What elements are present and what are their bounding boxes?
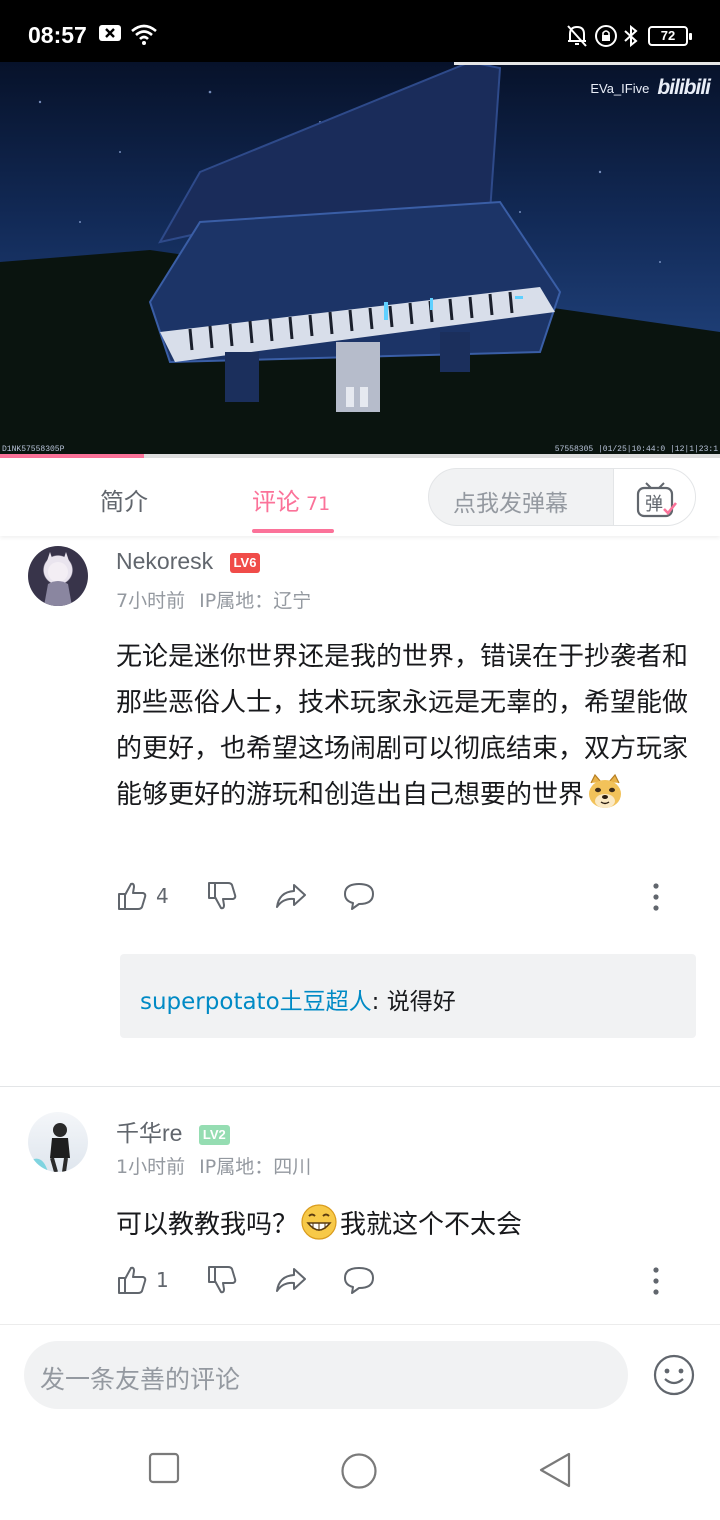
grin-emoji bbox=[301, 1204, 337, 1240]
reply-username[interactable]: superpotato土豆超人 bbox=[140, 989, 372, 1015]
comment-meta: 7小时前 IP属地：辽宁 bbox=[116, 586, 311, 613]
comment-meta: 1小时前 IP属地：四川 bbox=[116, 1152, 311, 1179]
system-nav-bar bbox=[0, 1424, 720, 1520]
bilibili-logo: bilibili bbox=[657, 76, 711, 99]
dislike-button[interactable] bbox=[206, 880, 238, 912]
tab-comments-label: 评论 bbox=[252, 488, 300, 516]
level-badge: LV2 bbox=[198, 1125, 230, 1145]
bluetooth-icon bbox=[624, 24, 638, 48]
mute-bell-icon bbox=[567, 25, 587, 47]
more-options-icon[interactable] bbox=[646, 1266, 666, 1296]
danmaku-toggle-button[interactable]: 弹 bbox=[613, 469, 695, 525]
reply-button[interactable] bbox=[342, 880, 376, 912]
reply-separator: : bbox=[371, 989, 387, 1015]
thumbs-down-icon bbox=[208, 882, 237, 910]
danmaku-input-box[interactable]: 点我发弹幕 弹 bbox=[428, 468, 696, 526]
video-overlay-id: D1NK57558305P bbox=[2, 445, 65, 454]
share-icon bbox=[276, 884, 306, 908]
comment-time: 7小时前 bbox=[116, 590, 186, 612]
wifi-icon bbox=[131, 24, 157, 45]
video-buffer-bar bbox=[454, 62, 720, 65]
recent-apps-icon[interactable] bbox=[148, 1452, 180, 1484]
dislike-button[interactable] bbox=[206, 1264, 238, 1296]
tab-active-indicator bbox=[252, 529, 334, 533]
video-watermark: EVa_IFive bilibili bbox=[590, 76, 711, 100]
comment-body-start: 可以教教我吗？ bbox=[116, 1210, 299, 1240]
comment-ip: IP属地：辽宁 bbox=[199, 590, 312, 612]
avatar[interactable] bbox=[28, 1112, 88, 1172]
tab-comments-count: 71 bbox=[306, 493, 331, 515]
comment-actions: 1 bbox=[116, 1264, 676, 1300]
tab-bar: 简介 评论 71 点我发弹幕 弹 bbox=[0, 458, 720, 536]
danmaku-input-placeholder: 点我发弹幕 bbox=[453, 491, 568, 517]
avatar-image bbox=[28, 1123, 70, 1172]
watermark-user: EVa_IFive bbox=[590, 80, 650, 96]
share-icon bbox=[276, 1268, 306, 1292]
video-frame-piano bbox=[0, 62, 720, 458]
status-time: 08:57 bbox=[28, 22, 87, 48]
like-button[interactable]: 1 bbox=[116, 1264, 169, 1296]
comment-ip: IP属地：四川 bbox=[199, 1156, 312, 1178]
rotation-lock-icon bbox=[595, 25, 617, 47]
like-count: 4 bbox=[156, 884, 169, 908]
doge-emoji bbox=[589, 773, 622, 808]
comment-username[interactable]: Nekoresk LV6 bbox=[116, 548, 261, 575]
share-button[interactable] bbox=[274, 1264, 308, 1296]
tab-intro[interactable]: 简介 bbox=[100, 482, 148, 517]
comment-username[interactable]: 千华re LV2 bbox=[116, 1114, 230, 1148]
like-button[interactable]: 4 bbox=[116, 880, 169, 912]
notification-x-icon bbox=[99, 25, 121, 41]
emoji-picker-icon[interactable] bbox=[652, 1353, 696, 1397]
thumbs-up-icon bbox=[118, 882, 147, 910]
reply-text: 说得好 bbox=[386, 989, 456, 1015]
thumbs-down-icon bbox=[208, 1266, 237, 1294]
reply-bubble-icon bbox=[344, 1267, 374, 1294]
sub-reply-preview[interactable]: superpotato土豆超人: 说得好 bbox=[120, 954, 696, 1038]
home-icon[interactable] bbox=[340, 1452, 378, 1490]
comment-divider bbox=[0, 1086, 720, 1087]
comment-body-end: 我就这个不太会 bbox=[340, 1210, 523, 1240]
status-bar: 08:57 72 bbox=[0, 0, 720, 62]
username-text: Nekoresk bbox=[116, 548, 214, 574]
comment-time: 1小时前 bbox=[116, 1156, 186, 1178]
username-text: 千华re bbox=[116, 1120, 183, 1146]
video-overlay-info: 57558305 |01/25|10:44:0 |12|1|23:1 bbox=[554, 445, 718, 454]
like-count: 1 bbox=[156, 1268, 169, 1292]
share-button[interactable] bbox=[274, 880, 308, 912]
danmaku-button-label: 弹 bbox=[645, 494, 663, 515]
thumbs-up-icon bbox=[118, 1266, 147, 1294]
tab-comments[interactable]: 评论 71 bbox=[252, 482, 330, 517]
danmaku-tv-icon: 弹 bbox=[636, 482, 678, 518]
reply-bubble-icon bbox=[344, 883, 374, 910]
avatar-image bbox=[44, 552, 72, 606]
battery-indicator: 72 bbox=[648, 26, 692, 46]
comment-text: 可以教教我吗？ 我就这个不太会 bbox=[116, 1202, 700, 1248]
comment-input[interactable]: 发一条友善的评论 bbox=[24, 1341, 628, 1409]
level-badge: LV6 bbox=[229, 553, 261, 573]
more-options-icon[interactable] bbox=[646, 882, 666, 912]
back-icon[interactable] bbox=[538, 1452, 572, 1488]
video-player[interactable]: EVa_IFive bilibili D1NK57558305P 5755830… bbox=[0, 62, 720, 458]
comment-text: 无论是迷你世界还是我的世界，错误在于抄袭者和那些恶俗人士，技术玩家永远是无辜的，… bbox=[116, 634, 700, 818]
comment-composer: 发一条友善的评论 bbox=[0, 1324, 720, 1424]
comment-actions: 4 bbox=[116, 880, 676, 916]
reply-button[interactable] bbox=[342, 1264, 376, 1296]
avatar[interactable] bbox=[28, 546, 88, 606]
